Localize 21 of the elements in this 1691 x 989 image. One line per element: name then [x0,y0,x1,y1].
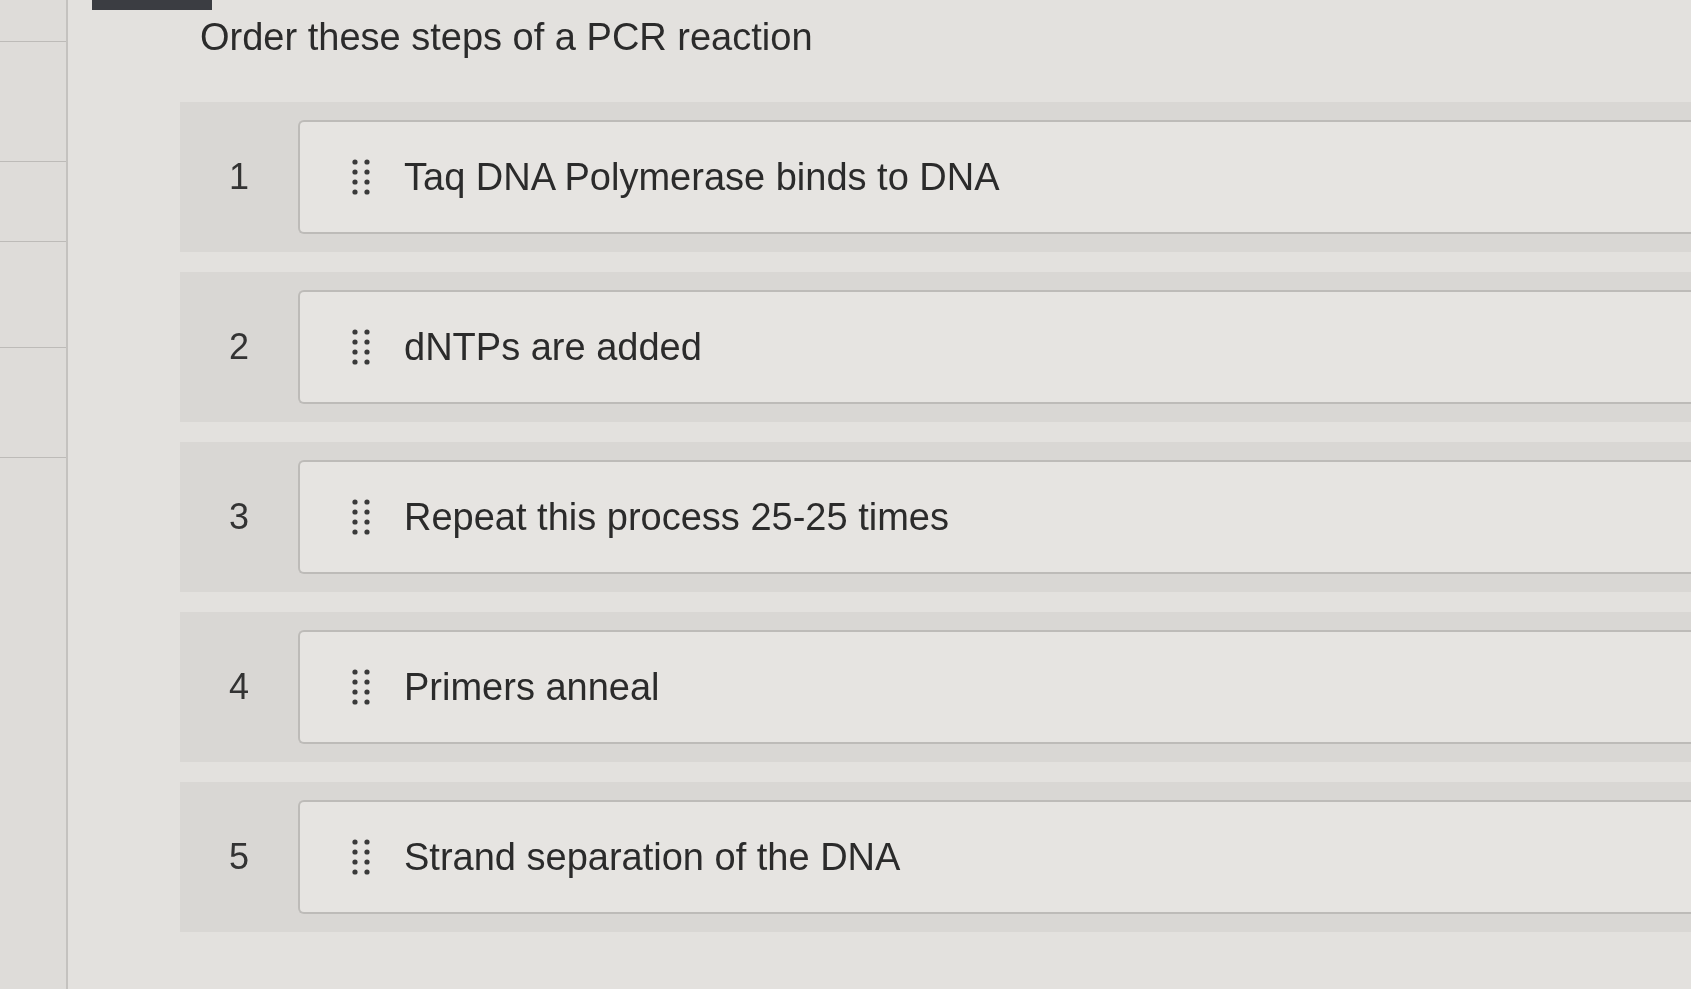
drag-handle-icon[interactable] [352,159,370,195]
step-number: 2 [228,325,250,369]
draggable-step-card[interactable]: Repeat this process 25-25 times [298,460,1691,574]
step-number: 4 [228,665,250,709]
drag-handle-icon[interactable] [352,329,370,365]
step-label: Taq DNA Polymerase binds to DNA [404,155,1000,200]
step-label: Strand separation of the DNA [404,835,901,880]
draggable-step-card[interactable]: Strand separation of the DNA [298,800,1691,914]
step-number: 1 [228,155,250,199]
drag-handle-icon[interactable] [352,499,370,535]
step-label: Repeat this process 25-25 times [404,495,949,540]
draggable-step-card[interactable]: dNTPs are added [298,290,1691,404]
step-label: dNTPs are added [404,325,702,370]
draggable-step-card[interactable]: Taq DNA Polymerase binds to DNA [298,120,1691,234]
drag-handle-icon[interactable] [352,669,370,705]
draggable-step-card[interactable]: Primers anneal [298,630,1691,744]
step-number: 3 [228,495,250,539]
question-title: Order these steps of a PCR reaction [200,15,814,60]
drag-handle-icon[interactable] [352,839,370,875]
step-number: 5 [228,835,250,879]
step-label: Primers anneal [404,665,660,710]
